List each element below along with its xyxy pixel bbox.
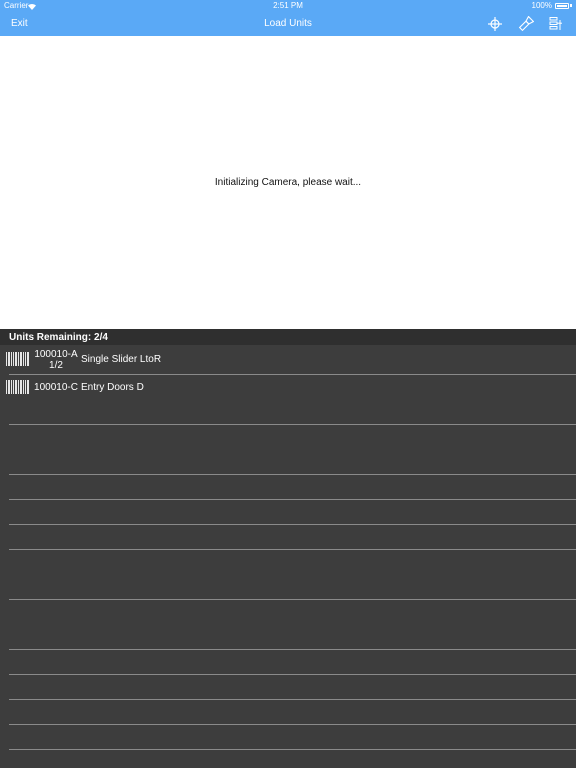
units-remaining-header: Units Remaining: 2/4: [0, 329, 576, 345]
battery-percent: 100%: [531, 1, 552, 10]
list-item[interactable]: 100010-C Entry Doors D: [0, 375, 576, 399]
crosshair-icon[interactable]: [487, 16, 503, 32]
units-list: 100010-A 1/2 Single Slider LtoR 100010-C…: [0, 345, 576, 768]
row-divider: [9, 424, 576, 425]
row-divider: [9, 674, 576, 675]
battery-icon: [555, 2, 569, 9]
row-divider: [9, 499, 576, 500]
battery-indicator: 100%: [532, 1, 572, 10]
row-divider: [9, 649, 576, 650]
row-divider: [9, 599, 576, 600]
row-divider: [9, 524, 576, 525]
row-divider: [9, 724, 576, 725]
units-remaining-label: Units Remaining: 2/4: [9, 332, 108, 343]
row-divider: [9, 474, 576, 475]
settings-list-icon[interactable]: [548, 16, 564, 32]
camera-preview: Initializing Camera, please wait...: [0, 36, 576, 329]
battery-tip: [570, 4, 572, 7]
row-divider: [9, 749, 576, 750]
unit-description: Entry Doors D: [81, 382, 144, 393]
status-bar: Carrier 2:51 PM 100%: [0, 0, 576, 12]
unit-description: Single Slider LtoR: [81, 354, 162, 365]
status-time: 2:51 PM: [273, 1, 303, 10]
unit-code: 100010-A 1/2: [32, 349, 80, 371]
flashlight-icon[interactable]: [518, 16, 534, 32]
barcode-icon: [6, 352, 29, 366]
row-divider: [9, 549, 576, 550]
row-divider: [9, 699, 576, 700]
list-item[interactable]: 100010-A 1/2 Single Slider LtoR: [0, 345, 576, 374]
unit-code-number: 100010-A: [34, 349, 78, 360]
barcode-icon: [6, 380, 29, 394]
unit-code: 100010-C: [32, 382, 80, 393]
camera-status-message: Initializing Camera, please wait...: [214, 177, 362, 188]
nav-bar: Exit Load Units: [0, 12, 576, 36]
unit-code-sub: 1/2: [49, 360, 63, 371]
unit-code-number: 100010-C: [34, 382, 78, 393]
